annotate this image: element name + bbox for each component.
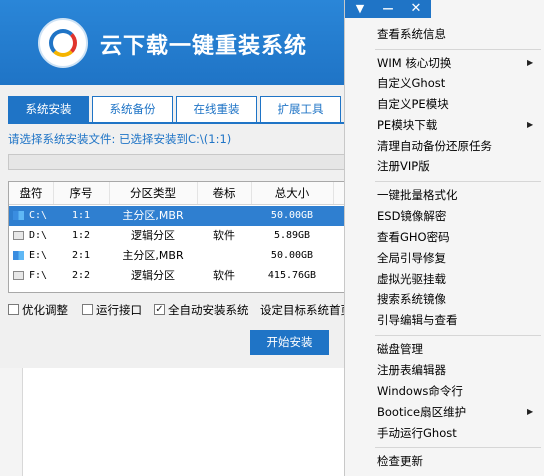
progress-bar xyxy=(8,154,356,170)
column-header-index[interactable]: 序号 xyxy=(53,182,110,204)
tab-system-backup[interactable]: 系统备份 xyxy=(92,96,173,123)
table-header: 盘符 序号 分区类型 卷标 总大小 可 xyxy=(9,182,355,205)
cell-index: 1:2 xyxy=(71,230,91,241)
menu-item-pe-download[interactable]: PE模块下载 xyxy=(377,116,437,134)
set-homepage-label[interactable]: 设定目标系统首页 xyxy=(260,302,352,318)
column-header-label[interactable]: 卷标 xyxy=(197,182,252,204)
cell-type: 逻辑分区 xyxy=(131,269,175,282)
auto-install-checkbox[interactable]: ✓ xyxy=(154,304,165,315)
tab-underline xyxy=(8,122,354,124)
installer-window: 云下载一键重装系统 系统安装 系统备份 在线重装 扩展工具 请选择系统安装文件:… xyxy=(0,0,356,368)
cell-label: 软件 xyxy=(213,269,235,282)
dropdown-icon[interactable]: ▼ xyxy=(349,1,371,17)
cell-size: 415.76GB xyxy=(267,270,317,281)
context-menu: ▼ — ✕ 查看系统信息 WIM 核心切换 ▶ 自定义Ghost 自定义PE模块… xyxy=(344,0,544,476)
menu-item-custom-pe[interactable]: 自定义PE模块 xyxy=(377,95,449,113)
menu-item-boot-edit[interactable]: 引导编辑与查看 xyxy=(377,311,458,329)
cell-index: 2:1 xyxy=(71,250,91,261)
start-install-button[interactable]: 开始安装 xyxy=(250,330,329,355)
menu-item-windows-cmd[interactable]: Windows命令行 xyxy=(377,382,463,400)
tab-extension-tools[interactable]: 扩展工具 xyxy=(260,96,341,123)
menu-item-custom-ghost[interactable]: 自定义Ghost xyxy=(377,74,445,92)
column-header-type[interactable]: 分区类型 xyxy=(109,182,198,204)
close-icon[interactable]: ✕ xyxy=(405,1,427,17)
cell-drive: F:\ xyxy=(28,270,48,281)
menu-item-system-info[interactable]: 查看系统信息 xyxy=(377,25,446,43)
menu-item-gho-password[interactable]: 查看GHO密码 xyxy=(377,228,450,246)
menu-separator xyxy=(375,181,541,182)
app-logo-icon xyxy=(38,18,88,68)
menu-item-boot-repair[interactable]: 全局引导修复 xyxy=(377,249,446,267)
optimize-checkbox[interactable] xyxy=(8,304,19,315)
cell-size: 50.00GB xyxy=(270,250,314,261)
menu-item-batch-format[interactable]: 一键批量格式化 xyxy=(377,186,458,204)
menu-item-clean-backup[interactable]: 清理自动备份还原任务 xyxy=(377,137,492,155)
cell-size: 5.89GB xyxy=(273,230,311,241)
submenu-arrow-icon: ▶ xyxy=(527,407,534,416)
menu-title-bar: ▼ — ✕ xyxy=(345,0,431,18)
menu-separator xyxy=(375,447,541,448)
background-panel xyxy=(22,350,358,476)
app-title: 云下载一键重装系统 xyxy=(100,33,308,59)
cell-type: 主分区,MBR xyxy=(122,249,184,262)
cell-drive: C:\ xyxy=(28,210,48,221)
column-header-drive[interactable]: 盘符 xyxy=(9,182,54,204)
menu-item-check-update[interactable]: 检查更新 xyxy=(377,452,423,470)
column-header-size[interactable]: 总大小 xyxy=(251,182,334,204)
cell-label xyxy=(197,246,251,266)
menu-item-esd-decrypt[interactable]: ESD镜像解密 xyxy=(377,207,446,225)
table-row[interactable]: C:\ 1:1 主分区,MBR 50.00GB xyxy=(9,206,355,226)
cell-index: 2:2 xyxy=(71,270,91,281)
title-bar: 云下载一键重装系统 xyxy=(0,0,354,85)
menu-item-wim-switch[interactable]: WIM 核心切换 xyxy=(377,54,451,72)
submenu-arrow-icon: ▶ xyxy=(527,120,534,129)
run-interface-checkbox[interactable] xyxy=(82,304,93,315)
table-row[interactable]: E:\ 2:1 主分区,MBR 50.00GB xyxy=(9,246,355,266)
optimize-label: 优化调整 xyxy=(22,303,68,317)
cell-label xyxy=(197,206,251,226)
tab-bar: 系统安装 系统备份 在线重装 扩展工具 xyxy=(8,96,354,123)
cell-type: 逻辑分区 xyxy=(131,229,175,242)
cell-index: 1:1 xyxy=(71,210,91,221)
cell-label: 软件 xyxy=(213,229,235,242)
tab-online-reinstall[interactable]: 在线重装 xyxy=(176,96,257,123)
menu-item-disk-management[interactable]: 磁盘管理 xyxy=(377,340,423,358)
menu-item-search-image[interactable]: 搜索系统镜像 xyxy=(377,290,446,308)
tab-system-install[interactable]: 系统安装 xyxy=(8,96,89,123)
cell-drive: E:\ xyxy=(28,250,48,261)
cell-type: 主分区,MBR xyxy=(122,209,184,222)
run-interface-label: 运行接口 xyxy=(96,303,142,317)
menu-item-virtual-drive[interactable]: 虚拟光驱挂载 xyxy=(377,270,446,288)
table-row[interactable]: D:\ 1:2 逻辑分区 软件 5.89GB xyxy=(9,226,355,246)
cell-size: 50.00GB xyxy=(270,210,314,221)
menu-item-register-vip[interactable]: 注册VIP版 xyxy=(377,157,430,175)
menu-item-bootice[interactable]: Bootice扇区维护 xyxy=(377,403,466,421)
partition-table: 盘符 序号 分区类型 卷标 总大小 可 C:\ 1:1 主分区,MBR 50.0… xyxy=(8,181,356,293)
menu-separator xyxy=(375,335,541,336)
cell-drive: D:\ xyxy=(28,230,48,241)
install-instruction: 请选择系统安装文件: 已选择安装到C:\(1:1) xyxy=(8,132,232,146)
options-row: 优化调整 运行接口 ✓ 全自动安装系统 设定目标系统首页 xyxy=(8,302,354,320)
menu-separator xyxy=(375,49,541,50)
table-row[interactable]: F:\ 2:2 逻辑分区 软件 415.76GB xyxy=(9,266,355,286)
minimize-icon[interactable]: — xyxy=(377,1,399,17)
menu-item-manual-ghost[interactable]: 手动运行Ghost xyxy=(377,424,457,442)
submenu-arrow-icon: ▶ xyxy=(527,58,534,67)
menu-item-registry-editor[interactable]: 注册表编辑器 xyxy=(377,361,446,379)
auto-install-label: 全自动安装系统 xyxy=(168,303,249,317)
